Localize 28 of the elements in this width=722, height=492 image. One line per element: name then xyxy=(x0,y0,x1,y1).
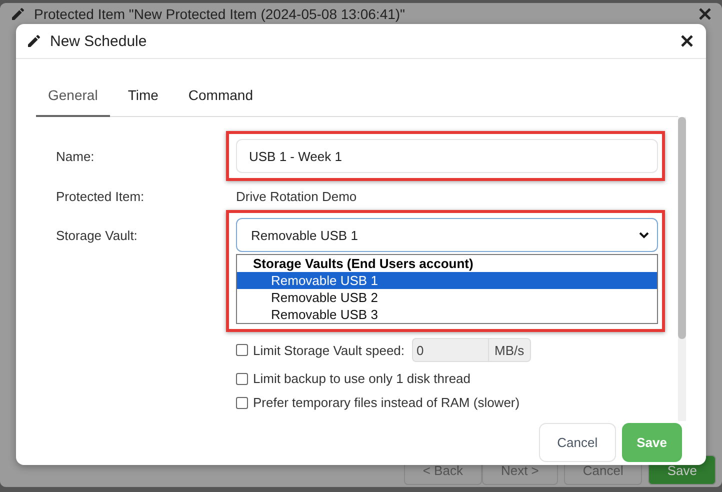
dialog-title: New Schedule xyxy=(50,32,148,50)
tab[interactable]: General xyxy=(36,79,110,117)
cancel-button[interactable]: Cancel xyxy=(539,423,616,462)
tab[interactable]: Command xyxy=(176,79,265,117)
pencil-icon xyxy=(26,33,42,49)
option-group-label: Storage Vaults (End Users account) xyxy=(252,255,474,272)
scrollbar[interactable] xyxy=(678,117,686,421)
checkbox-label: Limit Storage Vault speed: xyxy=(253,342,405,358)
name-field[interactable]: USB 1 - Week 1 xyxy=(236,139,658,173)
pencil-icon xyxy=(10,6,26,22)
checkbox[interactable] xyxy=(236,396,248,408)
field-label: Storage Vault: xyxy=(56,227,138,243)
storage-vault-select[interactable]: Removable USB 1 xyxy=(236,218,658,252)
tab[interactable]: Time xyxy=(116,79,170,117)
window-title: Protected Item "New Protected Item (2024-05-08 13:06:41)" xyxy=(34,6,406,22)
checkbox[interactable] xyxy=(236,372,248,384)
checkbox-label: Limit backup to use only 1 disk thread xyxy=(253,371,471,386)
unit-label: MB/s xyxy=(488,338,532,362)
field-label: Name: xyxy=(56,148,96,164)
speed-field[interactable]: 0 xyxy=(412,338,488,362)
close-icon[interactable] xyxy=(680,34,694,48)
close-icon[interactable] xyxy=(698,7,712,21)
checkbox[interactable] xyxy=(236,344,248,356)
field-label: Protected Item: xyxy=(56,189,146,204)
dropdown-option[interactable]: Removable USB 1 xyxy=(237,272,657,289)
checkbox-label: Prefer temporary files instead of RAM (slower) xyxy=(253,395,520,410)
field-value: Drive Rotation Demo xyxy=(236,189,358,204)
chevron-down-icon xyxy=(639,232,649,238)
